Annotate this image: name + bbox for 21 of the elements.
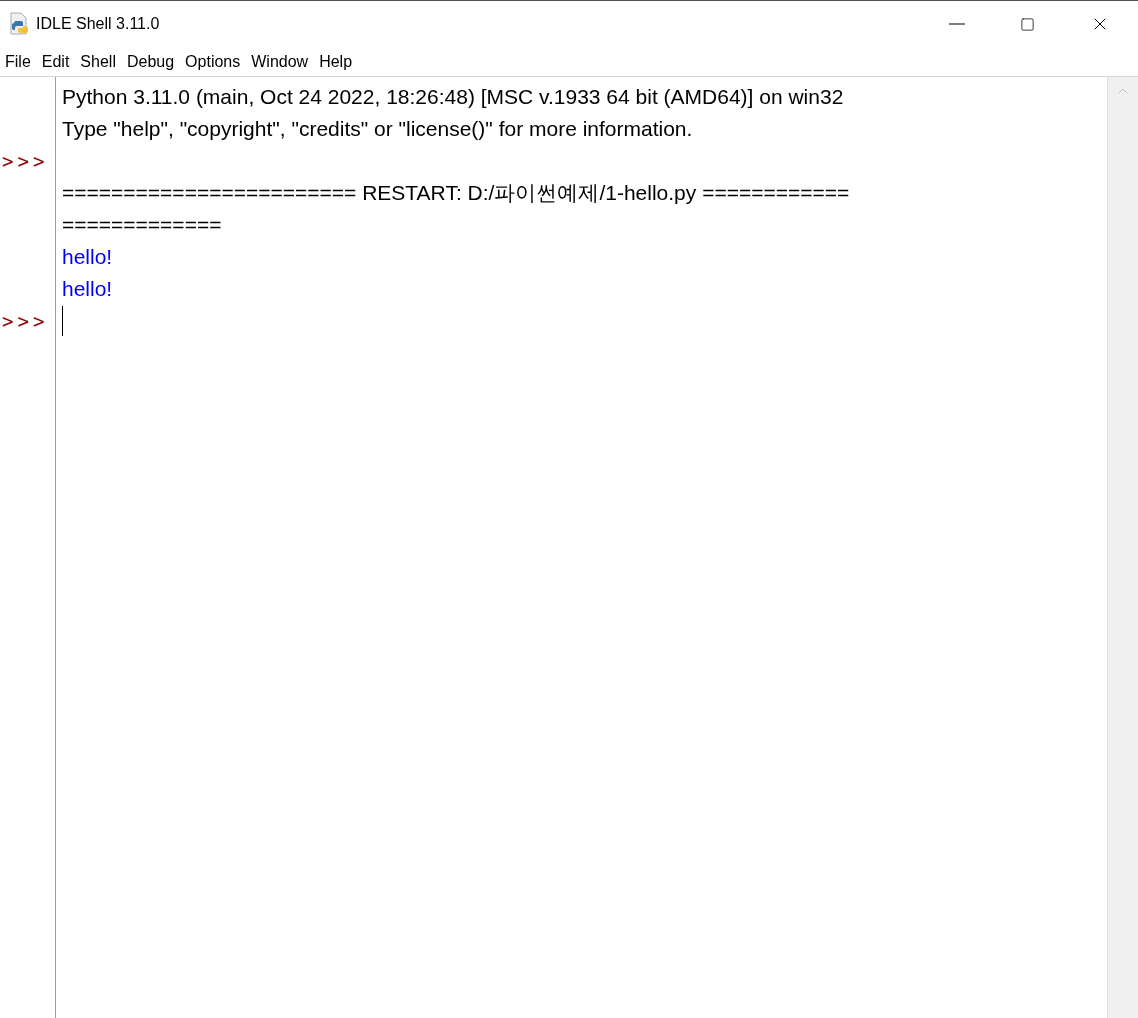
minimize-icon: [949, 23, 965, 25]
maximize-icon: [1019, 16, 1035, 32]
shell-prompt: >>>: [1, 148, 49, 174]
shell-output-line: ======================== RESTART: D:/파이썬예제/1-hello.py ============: [62, 180, 850, 207]
menu-item[interactable]: Help: [317, 49, 355, 74]
text-cursor: [62, 306, 63, 336]
shell-output-line: Python 3.11.0 (main, Oct 24 2022, 18:26:48) [MSC v.1933 64 bit (AMD64)] on win32: [62, 84, 844, 111]
menu-item[interactable]: Window: [249, 49, 311, 74]
menu-item[interactable]: Edit: [39, 49, 72, 74]
shell-output-line: =============: [62, 212, 222, 239]
menu-item[interactable]: File: [3, 49, 33, 74]
menu-item[interactable]: Options: [183, 49, 243, 74]
shell-output-line: hello!: [62, 244, 113, 271]
python-file-icon: [8, 12, 30, 36]
vertical-scrollbar[interactable]: [1107, 77, 1138, 1018]
shell-prompt: >>>: [1, 308, 49, 334]
menu-item[interactable]: Debug: [124, 49, 177, 74]
window-title: IDLE Shell 3.11.0: [36, 14, 160, 34]
menu-item[interactable]: Shell: [78, 49, 118, 74]
shell-output-line: hello!: [62, 276, 113, 303]
shell-output-line: Type "help", "copyright", "credits" or "license()" for more information.: [62, 116, 693, 143]
